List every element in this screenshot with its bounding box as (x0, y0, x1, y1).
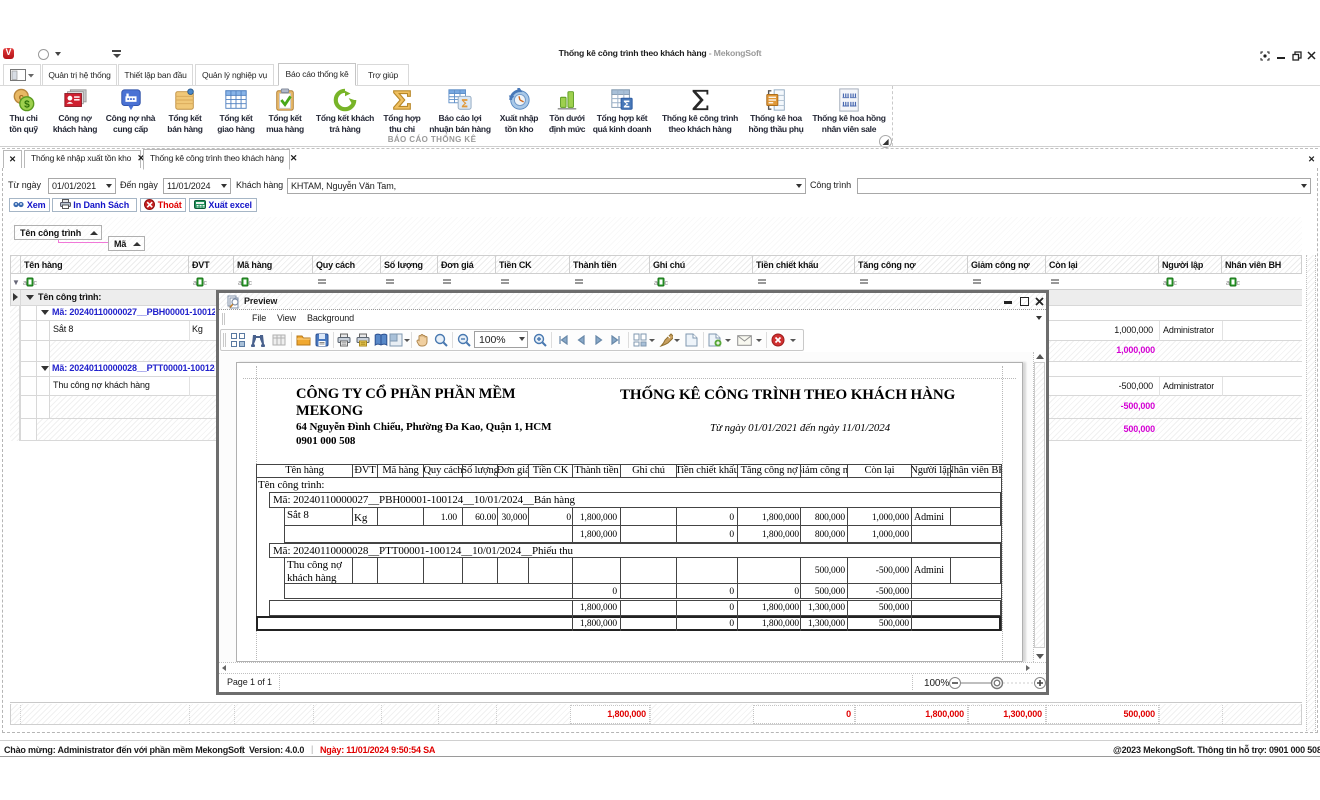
svg-text:a: a (23, 280, 27, 287)
svg-text:a: a (193, 280, 197, 287)
svg-text:a: a (1163, 280, 1167, 287)
svg-text:a: a (654, 280, 658, 287)
svg-text:c: c (249, 280, 253, 287)
svg-text:a: a (1226, 280, 1230, 287)
svg-text:c: c (204, 280, 208, 287)
svg-text:a: a (238, 280, 242, 287)
svg-text:c: c (1174, 280, 1178, 287)
svg-text:c: c (1237, 280, 1241, 287)
svg-text:c: c (665, 280, 669, 287)
svg-text:$: $ (24, 99, 30, 110)
svg-text:c: c (34, 280, 38, 287)
